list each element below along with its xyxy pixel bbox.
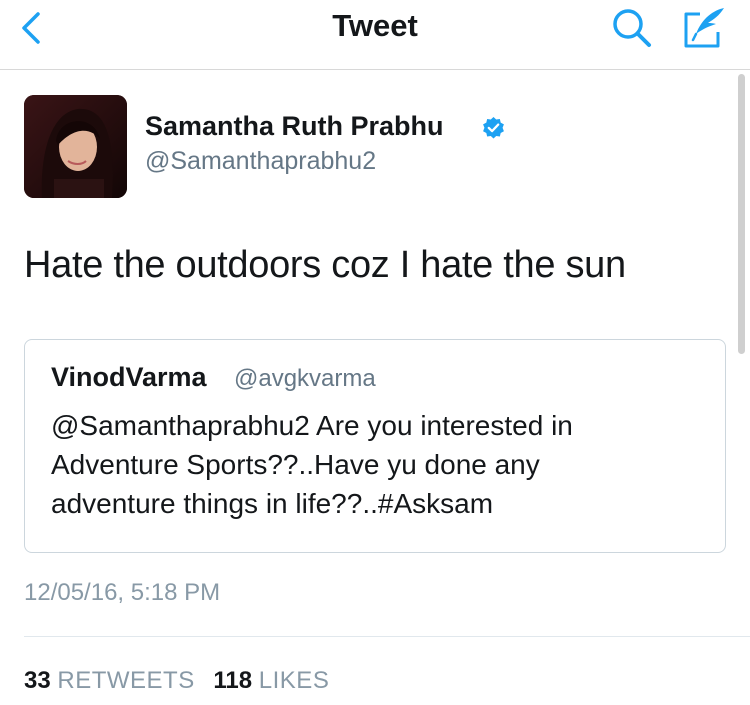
avatar[interactable]	[24, 95, 127, 198]
compose-quill-icon	[684, 8, 724, 48]
quoted-tweet-card[interactable]: VinodVarma @avgkvarma @Samanthaprabhu2 A…	[24, 339, 726, 553]
quoted-text-line: @Samanthaprabhu2 Are you interested in	[51, 410, 573, 441]
quoted-tweet-text: @Samanthaprabhu2 Are you interested in A…	[51, 406, 711, 523]
retweets-stat[interactable]: 33 RETWEETS	[24, 667, 201, 694]
retweets-count: 33	[24, 667, 51, 694]
profile-photo	[24, 95, 127, 198]
author-display-name[interactable]: Samantha Ruth Prabhu	[145, 111, 444, 142]
quoted-author-handle: @avgkvarma	[234, 365, 376, 392]
quoted-text-line: adventure things in life??..#Asksam	[51, 488, 494, 519]
engagement-stats: 33 RETWEETS 118 LIKES	[24, 667, 329, 695]
divider	[24, 636, 750, 637]
scroll-indicator	[738, 74, 745, 354]
compose-button[interactable]	[680, 4, 728, 52]
tweet-detail-screen: Tweet Samantha Ruth Prabhu @Samanthaprab…	[0, 0, 750, 705]
navigation-bar: Tweet	[0, 0, 750, 70]
quoted-author-name: VinodVarma	[51, 362, 207, 392]
search-button[interactable]	[608, 5, 656, 53]
retweets-label: RETWEETS	[57, 667, 195, 694]
verified-badge-icon	[483, 117, 504, 139]
quoted-text-line: Adventure Sports??..Have yu done any	[51, 449, 540, 480]
likes-count: 118	[213, 667, 253, 694]
author-handle[interactable]: @Samanthaprabhu2	[145, 147, 376, 176]
search-icon	[613, 9, 651, 47]
likes-label: LIKES	[258, 667, 330, 694]
likes-stat[interactable]: 118 LIKES	[213, 667, 329, 694]
tweet-timestamp: 12/05/16, 5:18 PM	[24, 579, 221, 606]
tweet-text: Hate the outdoors coz I hate the sun	[24, 244, 626, 286]
